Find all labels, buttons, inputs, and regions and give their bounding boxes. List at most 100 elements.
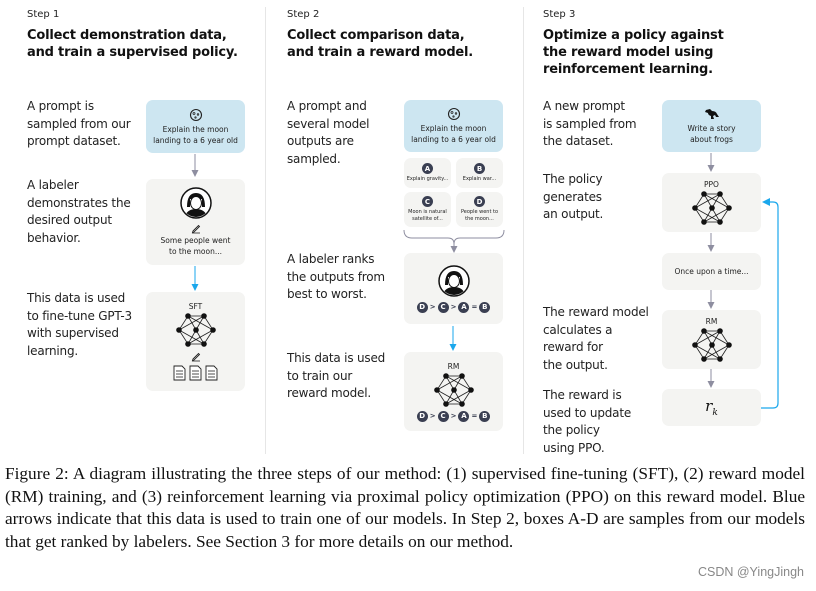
nn-node — [716, 191, 723, 197]
column-divider — [523, 7, 524, 454]
nn-node — [700, 219, 707, 225]
gray-arrow — [707, 369, 715, 388]
step-title: Collect demonstration data, and train a … — [27, 27, 238, 61]
blue-feedback-arrow — [761, 198, 779, 409]
nn-node — [708, 205, 715, 211]
step-description: A prompt is sampled from our prompt data… — [27, 98, 131, 151]
prompt-box: Explain the moon landing to a 6 year old — [404, 100, 503, 152]
sample-letter-badge: D — [474, 196, 485, 207]
desc-line: The reward model — [543, 305, 649, 319]
nn-node — [691, 205, 698, 211]
rank-operator: > — [429, 303, 436, 311]
prompt-text: Explain the moon — [420, 124, 487, 133]
desc-line: This data is used — [27, 291, 126, 305]
desc-line: The policy — [543, 172, 603, 186]
sample-box-d: D People went to the moon... — [456, 192, 503, 227]
desc-line: outputs are — [287, 134, 354, 148]
model-label: PPO — [704, 180, 719, 189]
figure-caption: Figure 2: A diagram illustrating the thr… — [5, 464, 805, 551]
nn-node — [700, 356, 707, 362]
desc-line: using PPO. — [543, 440, 605, 455]
prompt-box: Write a story about frogs — [662, 100, 761, 152]
desc-line: sampled. — [287, 151, 341, 166]
nn-node — [691, 342, 698, 348]
bracket-arrow — [403, 229, 505, 253]
desc-line: reward for — [543, 340, 603, 354]
nn-node — [725, 342, 732, 348]
title-line: and train a reward model. — [287, 45, 474, 60]
model-label: RM — [447, 361, 460, 371]
step-description: This data is used to fine-tune GPT-3 wit… — [27, 290, 132, 360]
blue-arrow — [191, 266, 199, 291]
rank-badge: A — [458, 410, 470, 422]
sample-text-line: Moon is natural — [408, 209, 447, 215]
sample-text-line: the moon... — [465, 216, 494, 222]
documents-icon — [173, 365, 217, 381]
desc-line: This data is used — [287, 351, 386, 365]
nn-node — [442, 372, 449, 379]
rank-badge: B — [479, 410, 491, 422]
nn-node — [200, 313, 207, 319]
sft-model-box: SFT — [146, 292, 245, 391]
nn-node — [725, 205, 732, 211]
step-title: Collect comparison data, and train a rew… — [287, 27, 473, 61]
step-description: A labeler demonstrates the desired outpu… — [27, 177, 131, 247]
rank-operator: = — [471, 303, 478, 311]
output-box: Once upon a time... — [662, 253, 761, 290]
nn-node — [700, 191, 707, 197]
rm-model-box: RM D > C > A = B — [404, 352, 503, 431]
desc-line: best to worst. — [287, 287, 367, 301]
desc-line: sampled from our — [27, 116, 131, 131]
moon-icon — [447, 107, 460, 121]
title-line: and train a supervised policy. — [27, 45, 238, 60]
prompt-box: Explain the moon landing to a 6 year old — [146, 100, 245, 153]
desc-line: the dataset. — [543, 134, 614, 148]
sample-letter-badge: C — [422, 196, 433, 207]
model-label: RM — [705, 317, 718, 326]
rank-badge: B — [479, 301, 491, 313]
desc-line: A labeler — [27, 178, 79, 192]
desc-line: A new prompt — [543, 99, 625, 113]
sample-box-b: B Explain war... — [456, 158, 503, 188]
sample-text-line: People went to — [460, 209, 499, 215]
pencil-icon — [191, 224, 200, 234]
nn-node — [442, 400, 449, 407]
step-description: A labeler ranks the outputs from best to… — [287, 251, 385, 304]
desc-line: used to update — [543, 405, 632, 420]
desc-line: the policy — [543, 423, 600, 437]
sample-text: People went to the moon... — [461, 209, 498, 223]
title-line: Collect demonstration data, — [27, 28, 227, 43]
rank-operator: = — [471, 412, 478, 420]
desc-line: demonstrates the — [27, 195, 131, 210]
output-text: to the moon... — [169, 247, 222, 256]
gray-arrow — [191, 154, 199, 177]
nn-node — [458, 400, 465, 407]
desc-line: the outputs from — [287, 269, 385, 284]
output-text: Some people went — [160, 236, 231, 245]
nn-node — [700, 328, 707, 334]
labeler-avatar-icon — [179, 187, 212, 219]
nn-node — [184, 341, 191, 347]
sample-letter-badge: B — [474, 163, 485, 174]
step-description: This data is used to train our reward mo… — [287, 350, 385, 403]
nn-node — [716, 356, 723, 362]
model-label: SFT — [188, 302, 203, 311]
sample-text: Explain war... — [462, 176, 497, 182]
labeler-rank-box: D > C > A = B — [404, 253, 503, 324]
step-label: Step 1 — [27, 9, 60, 20]
prompt-text: about frogs — [690, 134, 733, 144]
labeler-box: Some people went to the moon... — [146, 179, 245, 265]
neural-network-icon — [433, 372, 474, 407]
prompt-text: landing to a 6 year old — [153, 135, 238, 145]
step-description: A prompt and several model outputs are s… — [287, 98, 370, 168]
blue-arrow — [449, 326, 457, 351]
reward-box: rk — [662, 389, 761, 426]
sample-box-a: A Explain gravity... — [404, 158, 451, 188]
step-label: Step 2 — [287, 9, 320, 20]
sample-box-c: C Moon is natural satellite of... — [404, 192, 451, 227]
desc-line: reward model. — [287, 386, 371, 400]
nn-node — [467, 386, 474, 393]
gray-arrow — [707, 153, 715, 172]
sample-text: Explain gravity... — [406, 176, 449, 182]
desc-line: A prompt is — [27, 99, 94, 113]
